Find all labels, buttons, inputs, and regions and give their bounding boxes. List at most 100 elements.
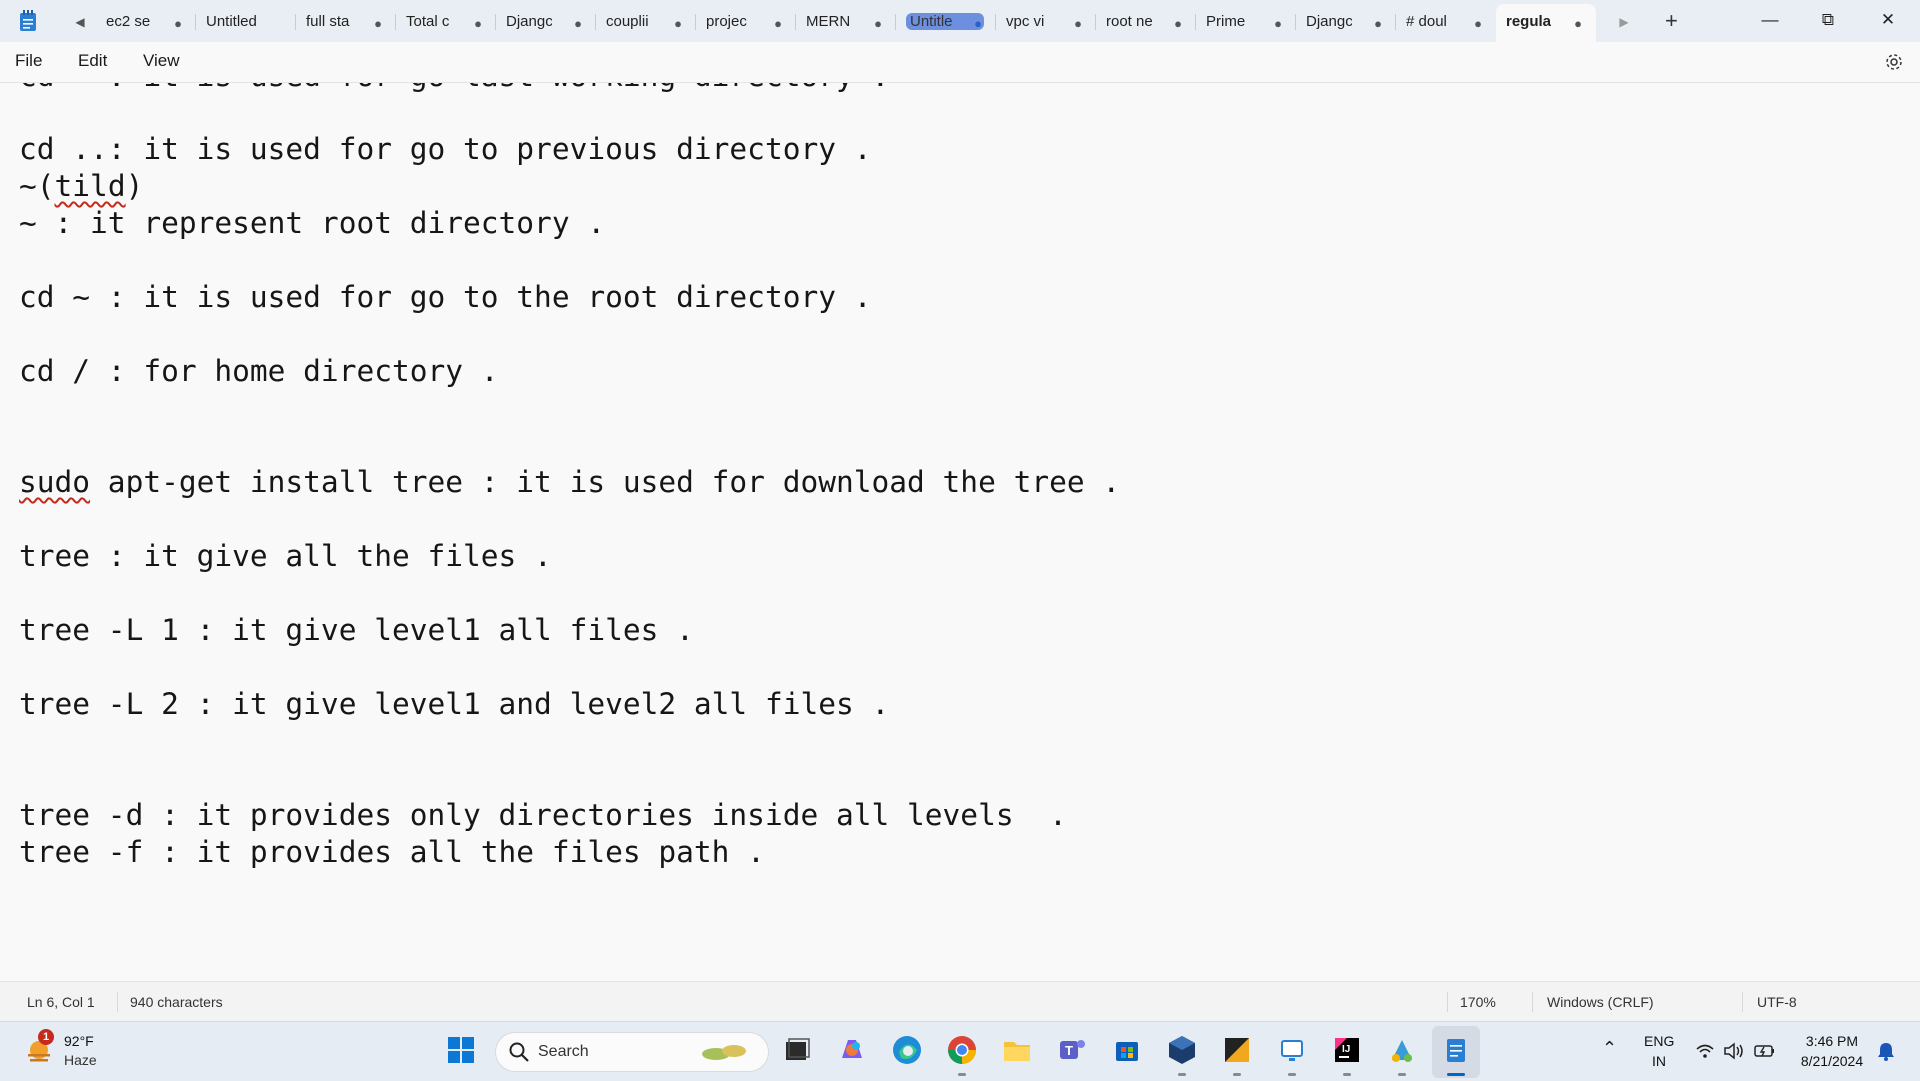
microsoft-store-icon[interactable] xyxy=(1109,1032,1145,1068)
tab-active[interactable]: regula ● xyxy=(1496,4,1596,42)
notification-badge: 1 xyxy=(38,1029,54,1045)
unsaved-dot-icon[interactable]: ● xyxy=(1074,16,1082,31)
line-ending[interactable]: Windows (CRLF) xyxy=(1547,994,1654,1010)
tab-label: root nе xyxy=(1106,13,1152,30)
active-indicator xyxy=(1447,1073,1465,1076)
unsaved-dot-icon[interactable]: ● xyxy=(674,16,682,31)
unsaved-dot-icon[interactable]: ● xyxy=(574,16,582,31)
running-indicator xyxy=(1398,1073,1406,1076)
cursor-position: Ln 6, Col 1 xyxy=(27,994,95,1010)
weather-condition: Haze xyxy=(64,1052,97,1068)
language-region[interactable]: IN xyxy=(1644,1053,1674,1069)
snipping-tool-icon[interactable] xyxy=(1384,1032,1420,1068)
file-explorer-icon[interactable] xyxy=(999,1032,1035,1068)
unsaved-dot-icon[interactable]: ● xyxy=(874,16,882,31)
line-text: ) xyxy=(125,169,144,203)
tab[interactable]: ec2 se ● xyxy=(96,4,196,40)
running-indicator xyxy=(958,1073,966,1076)
tab[interactable]: full sta ● xyxy=(296,4,396,40)
tab-label: full sta xyxy=(306,13,350,30)
copilot-icon[interactable] xyxy=(834,1032,870,1068)
tab[interactable]: Djangc ● xyxy=(1296,4,1396,40)
battery-charging-icon[interactable] xyxy=(1753,1042,1777,1060)
zoom-level[interactable]: 170% xyxy=(1460,994,1496,1010)
tab-scroll-right-icon[interactable]: ▶ xyxy=(1614,12,1634,32)
tab[interactable]: projec ● xyxy=(696,4,796,40)
editor-line: cd - : it is used for go last working di… xyxy=(19,83,889,94)
unsaved-dot-icon[interactable]: ● xyxy=(774,16,782,31)
menu-bar: File Edit View xyxy=(0,42,1920,83)
tab[interactable]: Untitle ● xyxy=(896,4,996,40)
virtualbox-icon[interactable] xyxy=(1164,1032,1200,1068)
taskbar-search[interactable]: Search xyxy=(495,1032,769,1072)
tab[interactable]: couplii ● xyxy=(596,4,696,40)
clock-time[interactable]: 3:46 PM xyxy=(1790,1033,1874,1049)
svg-text:T: T xyxy=(1065,1043,1073,1058)
tab[interactable]: vpc vi ● xyxy=(996,4,1096,40)
tab[interactable]: MERN ● xyxy=(796,4,896,40)
character-count: 940 characters xyxy=(130,994,223,1010)
tab-label: Djangc xyxy=(1306,13,1352,30)
search-highlight-icon xyxy=(702,1045,746,1060)
settings-gear-icon[interactable] xyxy=(1884,52,1904,72)
editor-line: ~(tild) xyxy=(19,168,143,204)
task-view-icon[interactable] xyxy=(778,1032,814,1068)
minimize-button[interactable]: — xyxy=(1750,6,1790,34)
show-hidden-icons-chevron-icon[interactable]: ⌃ xyxy=(1602,1038,1617,1059)
volume-icon[interactable] xyxy=(1723,1042,1745,1060)
tab-label: MERN xyxy=(806,13,851,30)
tab[interactable]: Djangc ● xyxy=(496,4,596,40)
intellij-idea-icon[interactable]: IJ xyxy=(1329,1032,1365,1068)
tab-label: Untitled xyxy=(206,13,257,30)
unsaved-dot-icon[interactable]: ● xyxy=(1174,16,1182,31)
editor-line: tree -f : it provides all the files path… xyxy=(19,835,765,869)
encoding[interactable]: UTF-8 xyxy=(1757,994,1797,1010)
edge-browser-icon[interactable] xyxy=(889,1032,925,1068)
unsaved-dot-icon[interactable]: ● xyxy=(1374,16,1382,31)
menu-view[interactable]: View xyxy=(143,51,180,71)
teams-icon[interactable]: T xyxy=(1054,1032,1090,1068)
search-icon xyxy=(509,1042,529,1062)
tab-label: vpc vi xyxy=(1006,13,1045,30)
unsaved-dot-icon[interactable]: ● xyxy=(174,16,182,31)
language-code[interactable]: ENG xyxy=(1644,1033,1674,1049)
tab[interactable]: Untitled xyxy=(196,4,296,40)
new-tab-button[interactable]: + xyxy=(1665,8,1678,34)
tab[interactable]: Prime ● xyxy=(1196,4,1296,40)
menu-edit[interactable]: Edit xyxy=(78,51,107,71)
editor-line: tree : it give all the files . xyxy=(19,539,552,573)
unsaved-dot-icon[interactable]: ● xyxy=(474,16,482,31)
text-editor[interactable]: cd - : it is used for go last working di… xyxy=(0,83,1920,981)
temperature: 92°F xyxy=(64,1033,94,1049)
remote-desktop-icon[interactable] xyxy=(1274,1032,1310,1068)
status-separator xyxy=(117,992,118,1012)
tab[interactable]: # doul ● xyxy=(1396,4,1496,40)
unsaved-dot-icon[interactable]: ● xyxy=(1274,16,1282,31)
windows-start-icon[interactable] xyxy=(443,1032,479,1068)
menu-file[interactable]: File xyxy=(15,51,42,71)
notification-bell-icon[interactable] xyxy=(1877,1041,1895,1061)
tab-label: ec2 se xyxy=(106,13,151,30)
tab[interactable]: root nе ● xyxy=(1096,4,1196,40)
spelling-error[interactable]: sudo xyxy=(19,465,90,499)
notepad-taskbar-icon[interactable] xyxy=(1438,1032,1474,1068)
running-indicator xyxy=(1343,1073,1351,1076)
spelling-error[interactable]: tild xyxy=(55,169,126,203)
clock-date[interactable]: 8/21/2024 xyxy=(1790,1053,1874,1069)
editor-line: ~ : it represent root directory . xyxy=(19,206,606,240)
unsaved-dot-icon[interactable]: ● xyxy=(974,16,982,31)
wifi-icon[interactable] xyxy=(1695,1042,1715,1060)
tab-label: Djangc xyxy=(506,13,552,30)
editor-line: cd ..: it is used for go to previous dir… xyxy=(19,132,872,166)
unsaved-dot-icon[interactable]: ● xyxy=(1574,16,1582,31)
terminal-app-icon[interactable] xyxy=(1219,1032,1255,1068)
close-button[interactable]: ✕ xyxy=(1868,6,1908,34)
unsaved-dot-icon[interactable]: ● xyxy=(1474,16,1482,31)
tab[interactable]: Total c ● xyxy=(396,4,496,40)
running-indicator xyxy=(1288,1073,1296,1076)
tab-scroll-left-icon[interactable]: ◀ xyxy=(70,12,90,32)
restore-button[interactable]: ⧉ xyxy=(1808,6,1848,34)
search-placeholder: Search xyxy=(538,1043,589,1060)
chrome-browser-icon[interactable] xyxy=(944,1032,980,1068)
unsaved-dot-icon[interactable]: ● xyxy=(374,16,382,31)
